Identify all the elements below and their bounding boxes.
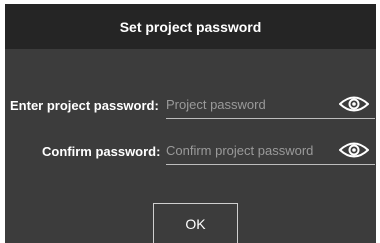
confirm-password-label: Confirm password: [42, 144, 161, 159]
confirm-password-field [166, 138, 375, 165]
dialog-title: Set project password [119, 18, 262, 35]
password-field [166, 92, 375, 119]
confirm-password-input[interactable] [166, 138, 334, 162]
password-input[interactable] [166, 92, 334, 116]
password-label: Enter project password: [10, 98, 159, 113]
eye-icon[interactable] [339, 95, 369, 113]
eye-icon[interactable] [339, 141, 369, 159]
dialog-titlebar: Set project password [5, 4, 376, 49]
ok-button[interactable]: OK [153, 203, 238, 243]
password-dialog: Set project password Enter project passw… [5, 4, 376, 243]
